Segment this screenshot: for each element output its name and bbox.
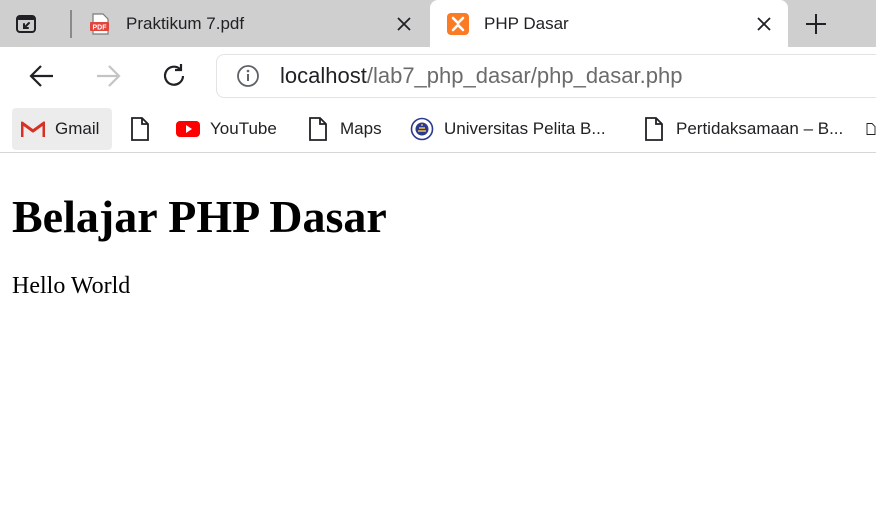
bookmark-label: Pertidaksamaan – B...	[676, 119, 844, 138]
university-icon	[410, 117, 434, 141]
plus-icon	[806, 14, 826, 34]
new-tab-button[interactable]	[800, 8, 832, 40]
bookmark-maps[interactable]: Maps	[306, 108, 382, 150]
page-text: Hello World	[12, 273, 131, 299]
tab-actions-icon	[16, 15, 36, 33]
page-icon	[866, 123, 876, 135]
pdf-icon-text: PDF	[93, 24, 108, 31]
pdf-icon: PDF	[88, 12, 112, 36]
tab-strip: PDF Praktikum 7.pdf PHP Dasar	[0, 0, 876, 47]
close-icon	[397, 16, 411, 31]
back-arrow-icon	[29, 65, 53, 87]
bookmark-label: Maps	[340, 119, 382, 138]
url-path: /lab7_php_dasar/php_dasar.php	[366, 63, 683, 88]
bookmarks-bar: Gmail YouTube Maps Universitas Pelita B.…	[0, 105, 876, 153]
tab-close-button[interactable]	[384, 4, 424, 44]
bookmark-label: Universitas Pelita B...	[444, 119, 606, 138]
address-url: localhost/lab7_php_dasar/php_dasar.php	[280, 63, 682, 89]
tab-php-dasar[interactable]: PHP Dasar	[430, 0, 788, 47]
page-content: Belajar PHP Dasar Hello World	[0, 154, 876, 529]
tab-title: Praktikum 7.pdf	[126, 13, 245, 33]
page-heading: Belajar PHP Dasar	[12, 191, 387, 242]
bookmark-gmail[interactable]: Gmail	[12, 108, 112, 150]
xampp-icon	[446, 12, 470, 36]
tab-close-button[interactable]	[744, 4, 784, 44]
reload-icon	[163, 64, 185, 86]
forward-button[interactable]	[88, 56, 128, 96]
forward-arrow-icon	[97, 65, 121, 87]
reload-button[interactable]	[154, 56, 194, 96]
bookmark-universitas[interactable]: Universitas Pelita B...	[410, 108, 606, 150]
back-button[interactable]	[22, 56, 62, 96]
tab-praktikum-pdf[interactable]: PDF Praktikum 7.pdf	[72, 0, 428, 47]
youtube-icon	[176, 117, 200, 141]
gmail-icon	[21, 117, 45, 141]
browser-toolbar: localhost/lab7_php_dasar/php_dasar.php	[0, 47, 876, 105]
page-icon	[306, 117, 330, 141]
tab-title: PHP Dasar	[484, 13, 569, 33]
bookmark-label: Gmail	[55, 119, 100, 138]
bookmark-youtube[interactable]: YouTube	[176, 108, 277, 150]
page-icon	[128, 117, 152, 141]
site-info-icon[interactable]	[234, 62, 262, 90]
bookmark-pertidaksamaan[interactable]: Pertidaksamaan – B...	[642, 108, 843, 150]
bookmark-page[interactable]	[128, 108, 152, 150]
bookmark-label: YouTube	[210, 119, 277, 138]
tab-actions-button[interactable]	[14, 10, 58, 38]
url-host: localhost	[280, 63, 367, 88]
close-icon	[757, 16, 771, 31]
address-bar[interactable]: localhost/lab7_php_dasar/php_dasar.php	[216, 54, 876, 98]
page-icon	[642, 117, 666, 141]
bookmark-overflow[interactable]	[866, 108, 876, 150]
